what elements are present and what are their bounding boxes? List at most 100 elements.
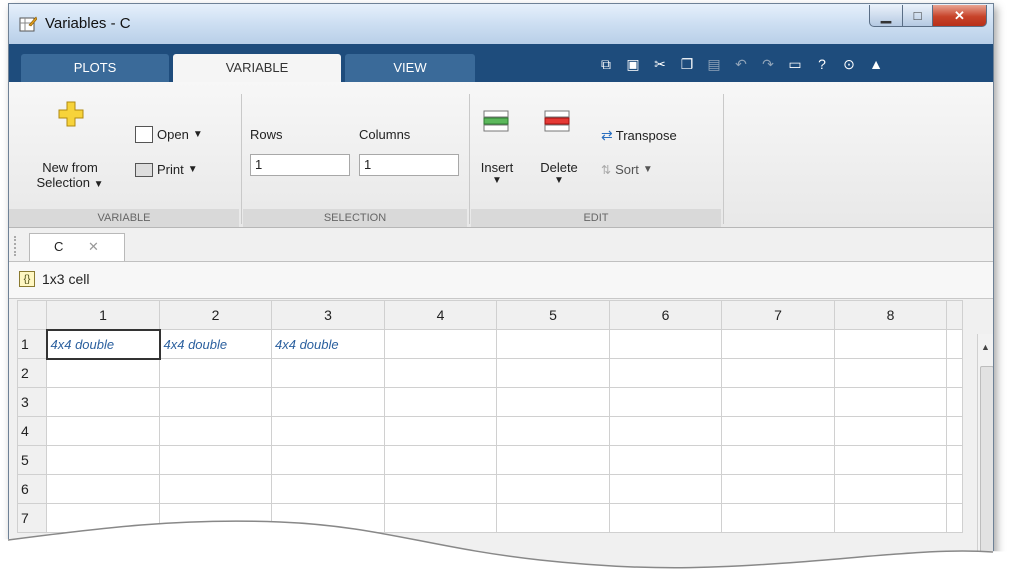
switch-windows-icon[interactable]: ▭: [786, 55, 804, 73]
close-button[interactable]: ✕: [933, 5, 987, 27]
grid-cell[interactable]: [271, 474, 385, 504]
grid-cell[interactable]: [46, 503, 160, 533]
grid-cell[interactable]: [384, 445, 497, 475]
row-header[interactable]: 1: [17, 329, 47, 359]
grid-cell[interactable]: [159, 416, 272, 446]
scroll-up-icon[interactable]: ▲: [981, 342, 990, 352]
cut-icon[interactable]: ✂: [651, 55, 669, 73]
grid-cell[interactable]: 4x4 double: [159, 329, 272, 359]
grid-cell[interactable]: [834, 445, 947, 475]
row-header[interactable]: 3: [17, 387, 47, 417]
column-header[interactable]: 6: [609, 300, 722, 330]
grid-cell[interactable]: [946, 474, 963, 504]
grid-cell[interactable]: [946, 387, 963, 417]
tab-view[interactable]: VIEW: [345, 54, 475, 82]
row-header[interactable]: 4: [17, 416, 47, 446]
row-header[interactable]: 7: [17, 503, 47, 533]
grid-cell[interactable]: [46, 387, 160, 417]
paste-icon[interactable]: ▤: [705, 55, 723, 73]
grid-cell[interactable]: [721, 416, 835, 446]
grid-cell[interactable]: [946, 445, 963, 475]
insert-button[interactable]: Insert ▼: [479, 160, 515, 186]
column-header[interactable]: 5: [496, 300, 610, 330]
document-tab-c[interactable]: C ✕: [29, 233, 125, 261]
grid-cell[interactable]: [609, 358, 722, 388]
row-header[interactable]: 2: [17, 358, 47, 388]
grid-cell[interactable]: [159, 503, 272, 533]
column-header[interactable]: 7: [721, 300, 835, 330]
column-header[interactable]: 4: [384, 300, 497, 330]
grid-cell[interactable]: [271, 387, 385, 417]
grid-cell[interactable]: [271, 445, 385, 475]
grid-cell[interactable]: [496, 358, 610, 388]
grid-cell[interactable]: [159, 445, 272, 475]
grid-cell[interactable]: [834, 474, 947, 504]
grid-cell[interactable]: [721, 358, 835, 388]
rows-input[interactable]: 1: [250, 154, 350, 176]
grid-cell[interactable]: [496, 474, 610, 504]
grid-cell[interactable]: [384, 474, 497, 504]
grid-cell[interactable]: [721, 503, 835, 533]
vertical-scrollbar[interactable]: ▲: [977, 334, 993, 577]
column-header[interactable]: 2: [159, 300, 272, 330]
grid-cell[interactable]: [384, 387, 497, 417]
grid-cell[interactable]: [609, 474, 722, 504]
grid-cell[interactable]: [46, 358, 160, 388]
grid-cell[interactable]: [721, 329, 835, 359]
grid-cell[interactable]: [946, 358, 963, 388]
options-dropdown-icon[interactable]: ⊙: [840, 55, 858, 73]
scrollbar-thumb[interactable]: [980, 366, 993, 577]
grid-cell[interactable]: [496, 503, 610, 533]
grid-cell[interactable]: [384, 358, 497, 388]
save-icon[interactable]: ▣: [624, 55, 642, 73]
tab-plots[interactable]: PLOTS: [21, 54, 169, 82]
column-header[interactable]: 1: [46, 300, 160, 330]
grid-cell[interactable]: [384, 503, 497, 533]
row-header[interactable]: 6: [17, 474, 47, 504]
grid-cell[interactable]: [271, 358, 385, 388]
grid-cell[interactable]: [721, 445, 835, 475]
columns-input[interactable]: 1: [359, 154, 459, 176]
redo-icon[interactable]: ↷: [759, 55, 777, 73]
grid-cell[interactable]: [384, 329, 497, 359]
tab-variable[interactable]: VARIABLE: [173, 54, 341, 82]
minimize-toolstrip-icon[interactable]: ▲: [867, 55, 885, 73]
grid-cell[interactable]: [721, 387, 835, 417]
grid-cell[interactable]: 4x4 double: [45, 328, 161, 360]
grid-cell[interactable]: [946, 416, 963, 446]
row-header[interactable]: 5: [17, 445, 47, 475]
grid-cell[interactable]: [946, 503, 963, 533]
sort-button[interactable]: ⇅ Sort ▼: [601, 162, 653, 177]
grid-cell[interactable]: [834, 387, 947, 417]
grid-cell[interactable]: [721, 474, 835, 504]
grid-cell[interactable]: [834, 358, 947, 388]
grid-cell[interactable]: [496, 387, 610, 417]
new-window-icon[interactable]: ⧉: [597, 55, 615, 73]
grid-cell[interactable]: [46, 416, 160, 446]
grid-cell[interactable]: 4x4 double: [271, 329, 385, 359]
grid-cell[interactable]: [384, 416, 497, 446]
grid-cell[interactable]: [496, 416, 610, 446]
grid-cell[interactable]: [834, 329, 947, 359]
grid-cell[interactable]: [271, 416, 385, 446]
grid-cell[interactable]: [271, 503, 385, 533]
open-button[interactable]: Open ▼: [135, 126, 203, 143]
delete-button[interactable]: Delete ▼: [536, 160, 582, 186]
column-header[interactable]: 3: [271, 300, 385, 330]
grid-cell[interactable]: [609, 329, 722, 359]
column-header[interactable]: 8: [834, 300, 947, 330]
grid-cell[interactable]: [834, 416, 947, 446]
grid-cell[interactable]: [159, 387, 272, 417]
new-from-selection-button[interactable]: New from Selection ▼: [31, 160, 109, 190]
maximize-button[interactable]: □: [903, 5, 933, 27]
grid-cell[interactable]: [946, 329, 963, 359]
transpose-button[interactable]: ⇄ Transpose: [601, 127, 677, 144]
grid-cell[interactable]: [46, 445, 160, 475]
grid-cell[interactable]: [609, 503, 722, 533]
grid-cell[interactable]: [159, 474, 272, 504]
grid-cell[interactable]: [609, 445, 722, 475]
grid-cell[interactable]: [496, 445, 610, 475]
print-button[interactable]: Print ▼: [135, 162, 198, 177]
minimize-button[interactable]: ▁: [869, 5, 903, 27]
grid-cell[interactable]: [609, 387, 722, 417]
